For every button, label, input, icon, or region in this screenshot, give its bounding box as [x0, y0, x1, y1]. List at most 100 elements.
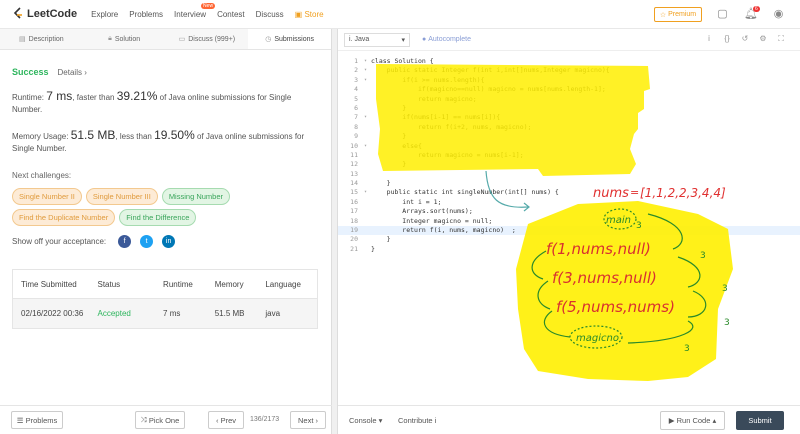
playground-icon[interactable]: ▢: [716, 8, 729, 21]
code-text: return f(i, nums, magicno) ;: [371, 226, 516, 235]
submit-button[interactable]: Submit: [736, 411, 784, 430]
code-line[interactable]: 21}: [338, 245, 800, 254]
tab-description[interactable]: ▤ Description: [0, 29, 83, 49]
language-select[interactable]: i. Java ▾: [344, 32, 410, 47]
cell-runtime: 7 ms: [163, 309, 181, 318]
code-line[interactable]: 2 ▾ public static Integer f(int i,int[]nu…: [338, 66, 800, 75]
tab-description-label: Description: [28, 35, 64, 43]
facebook-icon[interactable]: f: [118, 235, 132, 248]
code-line[interactable]: 15 ▾ public static int singleNumber(int[]…: [338, 188, 800, 197]
chevron-right-icon: ›: [313, 415, 318, 425]
pick-one-button[interactable]: ⤨ Pick One: [135, 411, 185, 429]
fold-icon[interactable]: ▾: [364, 188, 371, 197]
fold-icon[interactable]: ▾: [364, 142, 371, 151]
details-link[interactable]: Details ›: [58, 68, 87, 77]
line-number: 4: [354, 85, 358, 94]
code-line[interactable]: 1 ▾ class Solution {: [338, 57, 800, 66]
line-number: 3: [354, 75, 358, 84]
cell-status[interactable]: Accepted: [97, 309, 163, 318]
fullscreen-icon[interactable]: ⛶: [772, 34, 790, 44]
code-line[interactable]: 6 }: [338, 104, 800, 113]
tab-solution[interactable]: 🔒︎ Solution: [83, 29, 166, 49]
cell-memory: 51.5 MB: [214, 309, 245, 318]
memory-value: 51.5 MB: [70, 128, 116, 142]
fold-icon[interactable]: ▾: [364, 66, 371, 75]
challenge-find-difference[interactable]: Find the Difference: [119, 209, 197, 226]
prev-button[interactable]: ‹ Prev: [208, 411, 244, 429]
code-text: }: [371, 179, 391, 188]
fold-icon: [364, 217, 371, 226]
fold-icon[interactable]: ▾: [364, 57, 371, 66]
code-line[interactable]: 20 }: [338, 235, 800, 244]
code-line[interactable]: 10 ▾ else{: [338, 142, 800, 151]
annotation-call-3: f(5,nums,nums): [556, 298, 675, 316]
code-text: Integer magicno = null;: [371, 216, 493, 225]
code-line[interactable]: 19 return f(i, nums, magicno) ;: [338, 226, 800, 236]
code-line[interactable]: 9 }: [338, 132, 800, 141]
code-line[interactable]: 5 return magicno;: [338, 95, 800, 104]
line-number: 19: [350, 226, 358, 235]
fold-icon: [364, 95, 371, 104]
code-line[interactable]: 12 }: [338, 160, 800, 169]
nav-interview-label: Interview: [174, 9, 207, 19]
annotation-step-4: 3: [724, 318, 730, 328]
line-number: 13: [350, 169, 358, 178]
code-line[interactable]: 4 if(magicno==null) magicno = nums[nums.…: [338, 85, 800, 94]
braces-icon[interactable]: {}: [718, 34, 736, 44]
nav-discuss[interactable]: Discuss: [256, 10, 284, 19]
code-line[interactable]: 7 ▾ if(nums[i-1] == nums[i]){: [338, 113, 800, 122]
fold-icon: [364, 226, 371, 235]
nav-contest[interactable]: Contest: [217, 10, 245, 19]
fold-icon[interactable]: ▾: [364, 76, 371, 85]
code-line[interactable]: 14 }: [338, 179, 800, 188]
code-line[interactable]: 18 Integer magicno = null;: [338, 217, 800, 226]
challenge-find-duplicate[interactable]: Find the Duplicate Number: [12, 209, 116, 226]
shuffle-icon: ⤨: [140, 415, 149, 424]
code-text: if(i >= nums.length){: [371, 75, 485, 84]
code-text: }: [371, 103, 407, 112]
new-badge: New: [201, 2, 216, 9]
nav-interview[interactable]: Interview New: [174, 2, 216, 19]
line-number: 7: [354, 113, 358, 122]
nav-explore[interactable]: Explore: [91, 10, 118, 19]
challenge-missing-number[interactable]: Missing Number: [161, 188, 230, 205]
line-number: 15: [350, 188, 358, 197]
avatar-icon[interactable]: ◉: [772, 8, 785, 21]
table-row[interactable]: 02/16/2022 00:36 Accepted 7 ms 51.5 MB j…: [13, 299, 317, 328]
next-button[interactable]: Next ›: [290, 411, 326, 429]
problems-button[interactable]: ☰ Problems: [11, 411, 63, 429]
code-line[interactable]: 13: [338, 170, 800, 179]
description-icon: ▤: [19, 36, 26, 43]
annotation-magicno: magicno: [576, 333, 619, 344]
code-line[interactable]: 11 return magicno = nums[i-1];: [338, 151, 800, 160]
code-editor[interactable]: 1 ▾ class Solution {2 ▾ public static Integ…: [338, 57, 800, 254]
contribute-link[interactable]: Contribute i: [398, 416, 436, 425]
nav-problems[interactable]: Problems: [129, 10, 163, 19]
problem-tabs: ▤ Description 🔒︎ Solution ▭ Discuss (999+) …: [0, 29, 331, 50]
challenge-single-number-iii[interactable]: Single Number III: [85, 188, 158, 205]
fold-icon[interactable]: ▾: [364, 113, 371, 122]
line-number: 2: [354, 66, 358, 75]
linkedin-icon[interactable]: in: [162, 235, 176, 248]
code-line[interactable]: 16 int i = 1;: [338, 198, 800, 207]
premium-button[interactable]: ☆ Premium: [654, 7, 702, 22]
twitter-icon[interactable]: t: [140, 235, 154, 248]
nav-store[interactable]: ▣ Store: [295, 10, 324, 19]
code-line[interactable]: 17 Arrays.sort(nums);: [338, 207, 800, 216]
leetcode-logo[interactable]: LeetCode: [12, 7, 77, 21]
run-code-button[interactable]: ▶ Run Code ▴: [660, 411, 725, 430]
code-text: return f(i+2, nums, magicno);: [371, 122, 532, 131]
submission-result: Success Details › Runtime: 7 ms, faster …: [0, 67, 331, 248]
tab-submissions[interactable]: ◷ Submissions: [248, 29, 331, 49]
console-toggle[interactable]: Console ▾: [349, 416, 382, 425]
code-line[interactable]: 8 return f(i+2, nums, magicno);: [338, 123, 800, 132]
challenge-single-number-ii[interactable]: Single Number II: [12, 188, 82, 205]
store-icon: ▣: [294, 9, 305, 19]
reset-icon[interactable]: ↺: [736, 34, 754, 44]
submission-table: Time Submitted Status Runtime Memory Lan…: [12, 269, 318, 329]
code-line[interactable]: 3 ▾ if(i >= nums.length){: [338, 76, 800, 85]
tab-discuss[interactable]: ▭ Discuss (999+): [166, 29, 249, 49]
info-icon[interactable]: i: [700, 34, 718, 44]
settings-icon[interactable]: ⚙: [754, 34, 772, 44]
autocomplete-toggle[interactable]: ● Autocomplete: [422, 36, 471, 43]
